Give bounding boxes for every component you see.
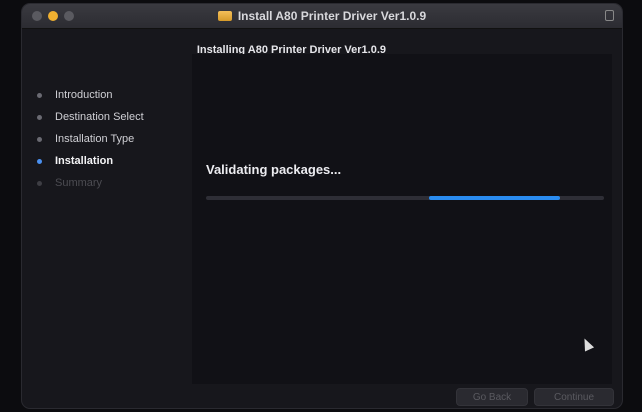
sidebar-item-label: Installation	[55, 155, 114, 167]
sidebar-item-label: Destination Select	[55, 111, 144, 123]
step-bullet-icon	[37, 92, 42, 98]
window-title-wrap: Install A80 Printer Driver Ver1.0.9	[22, 4, 622, 28]
progress-bar	[206, 196, 604, 200]
step-bullet-icon	[37, 114, 42, 120]
sidebar-item-summary: Summary	[32, 172, 192, 194]
sidebar-item-label: Introduction	[55, 89, 113, 101]
progress-fill	[428, 196, 561, 200]
status-text: Validating packages...	[206, 162, 342, 177]
package-icon	[217, 11, 232, 21]
continue-button[interactable]: Continue	[534, 388, 614, 406]
lock-icon	[605, 10, 614, 21]
installer-window: Install A80 Printer Driver Ver1.0.9 Inst…	[22, 4, 622, 408]
sidebar-item-introduction: Introduction	[32, 84, 192, 106]
go-back-button[interactable]: Go Back	[456, 388, 528, 406]
step-bullet-icon	[37, 180, 42, 186]
sidebar-item-installation-type: Installation Type	[32, 128, 192, 150]
step-bullet-icon	[37, 158, 42, 164]
content-pane: Validating packages...	[192, 54, 612, 384]
sidebar-item-installation: Installation	[32, 150, 192, 172]
steps-sidebar: Introduction Destination Select Installa…	[32, 84, 192, 194]
step-bullet-icon	[37, 136, 42, 142]
sidebar-item-label: Summary	[55, 177, 103, 189]
window-title: Install A80 Printer Driver Ver1.0.9	[237, 9, 427, 23]
mouse-pointer-icon	[579, 336, 595, 352]
sidebar-item-label: Installation Type	[55, 133, 135, 145]
title-bar: Install A80 Printer Driver Ver1.0.9	[22, 4, 622, 29]
sidebar-item-destination-select: Destination Select	[32, 106, 192, 128]
